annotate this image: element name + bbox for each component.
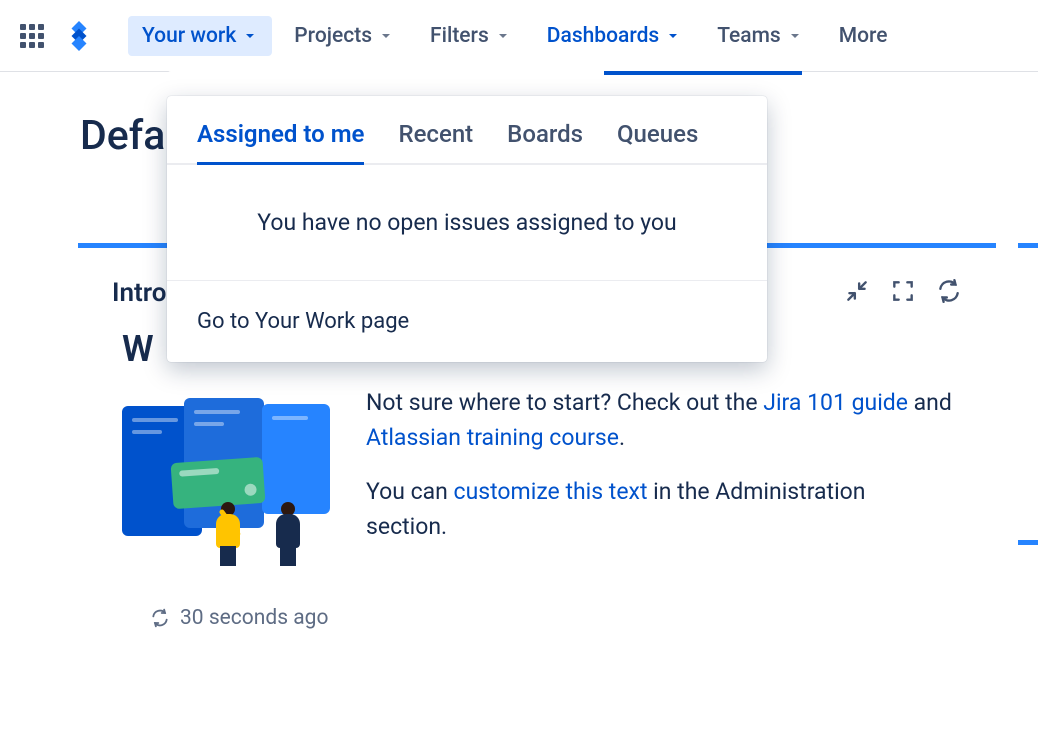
nav-label: Your work xyxy=(142,24,236,48)
popover-empty-state: You have no open issues assigned to you xyxy=(167,165,767,281)
nav-more[interactable]: More xyxy=(825,16,902,56)
minimize-icon[interactable] xyxy=(844,278,870,308)
nav-label: Teams xyxy=(717,24,781,48)
gadget-body: W Not sure where to xyxy=(78,328,996,660)
nav-active-indicator xyxy=(604,71,802,75)
tab-queues[interactable]: Queues xyxy=(617,120,698,165)
gadget-right-partial-2 xyxy=(1018,540,1038,560)
nav-dashboards[interactable]: Dashboards xyxy=(533,16,695,56)
nav-projects[interactable]: Projects xyxy=(280,16,408,56)
nav-label: Dashboards xyxy=(547,24,659,48)
chevron-down-icon xyxy=(787,28,803,44)
your-work-popover: Assigned to me Recent Boards Queues You … xyxy=(167,96,767,362)
tab-boards[interactable]: Boards xyxy=(507,120,583,165)
gadget-copy: Not sure where to start? Check out the J… xyxy=(366,386,952,564)
text: and xyxy=(908,389,952,416)
go-to-your-work-link[interactable]: Go to Your Work page xyxy=(167,281,767,362)
gadget-right-partial xyxy=(1018,243,1038,501)
text: . xyxy=(619,424,625,451)
jira-101-link[interactable]: Jira 101 guide xyxy=(763,389,908,416)
nav-items: Your work Projects Filters Dashboards Te… xyxy=(128,16,901,56)
jira-logo[interactable] xyxy=(64,21,94,51)
chevron-down-icon xyxy=(665,28,681,44)
nav-teams[interactable]: Teams xyxy=(703,16,817,56)
refresh-status: 30 seconds ago xyxy=(122,566,952,630)
tab-recent[interactable]: Recent xyxy=(398,120,473,165)
chevron-down-icon xyxy=(242,28,258,44)
gadget-content-row: Not sure where to start? Check out the J… xyxy=(122,386,952,566)
chevron-down-icon xyxy=(378,28,394,44)
nav-label: More xyxy=(839,24,888,48)
chevron-down-icon xyxy=(495,28,511,44)
popover-tabs: Assigned to me Recent Boards Queues xyxy=(167,96,767,165)
tab-assigned-to-me[interactable]: Assigned to me xyxy=(197,120,364,165)
text: You can xyxy=(366,478,454,505)
app-switcher-icon[interactable] xyxy=(20,24,44,48)
top-nav: Your work Projects Filters Dashboards Te… xyxy=(0,0,1038,72)
refresh-icon[interactable] xyxy=(936,278,962,308)
gadget-title: Intro xyxy=(112,278,166,308)
nav-filters[interactable]: Filters xyxy=(416,16,525,56)
refresh-icon xyxy=(150,608,170,628)
maximize-icon[interactable] xyxy=(890,278,916,308)
welcome-illustration xyxy=(122,386,334,566)
customize-text-link[interactable]: customize this text xyxy=(454,478,648,505)
nav-label: Filters xyxy=(430,24,489,48)
nav-label: Projects xyxy=(294,24,372,48)
nav-your-work[interactable]: Your work xyxy=(128,16,272,56)
text: Not sure where to start? Check out the xyxy=(366,389,763,416)
refresh-time: 30 seconds ago xyxy=(180,606,328,630)
gadget-actions xyxy=(844,278,962,308)
training-course-link[interactable]: Atlassian training course xyxy=(366,424,619,451)
